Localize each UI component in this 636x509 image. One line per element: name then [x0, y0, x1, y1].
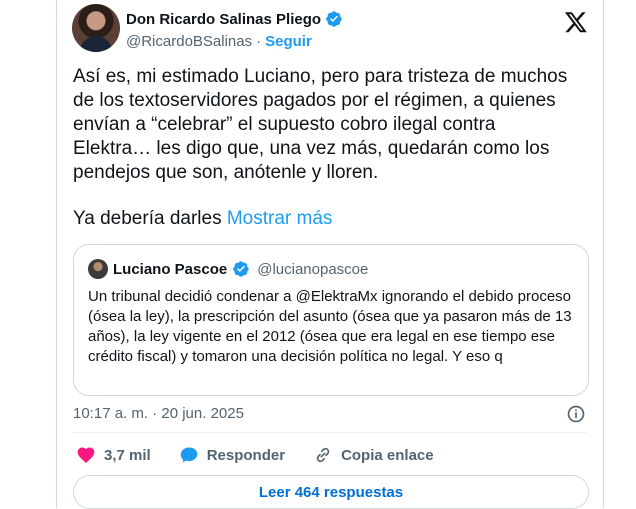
follow-button[interactable]: Seguir	[265, 33, 312, 50]
quoted-post[interactable]: Luciano Pascoe @lucianopascoe Un tribuna…	[73, 244, 589, 396]
post-text-truncated: Ya debería darles	[73, 208, 222, 229]
x-logo-icon[interactable]	[564, 10, 588, 34]
heart-icon	[77, 447, 95, 463]
author-handle-row: @RicardoBSalinas · Seguir	[126, 33, 312, 50]
post-text: Así es, mi estimado Luciano, pero para t…	[73, 66, 568, 183]
quoted-post-header: Luciano Pascoe @lucianopascoe	[88, 259, 368, 279]
author-name[interactable]: Don Ricardo Salinas Pliego	[126, 11, 321, 28]
quoted-author-name: Luciano Pascoe	[113, 260, 228, 278]
reply-label: Responder	[206, 446, 286, 464]
info-icon[interactable]	[566, 404, 586, 424]
post-header: Don Ricardo Salinas Pliego @RicardoBSali…	[72, 4, 600, 54]
separator-dot: ·	[256, 33, 262, 50]
post-text-truncated-line: Ya debería darles Mostrar más	[73, 208, 332, 230]
show-more-link[interactable]: Mostrar más	[227, 208, 333, 229]
like-button[interactable]: 3,7 mil	[76, 445, 151, 465]
quoted-author-handle: @lucianopascoe	[257, 260, 369, 278]
quoted-author-avatar	[88, 259, 108, 279]
verified-badge-icon	[233, 261, 249, 277]
author-avatar[interactable]	[72, 4, 120, 52]
link-icon	[316, 447, 330, 463]
reply-button[interactable]: Responder	[179, 445, 285, 465]
read-replies-button[interactable]: Leer 464 respuestas	[73, 475, 589, 509]
like-count: 3,7 mil	[104, 446, 151, 464]
action-bar: 3,7 mil Responder Copia enlace	[76, 443, 462, 467]
speech-bubble-icon	[180, 447, 198, 463]
author-handle[interactable]: @RicardoBSalinas	[126, 33, 252, 50]
quoted-post-text: Un tribunal decidió condenar a @ElektraM…	[88, 288, 572, 365]
verified-badge-icon	[326, 11, 342, 27]
divider	[72, 432, 588, 433]
copy-link-button[interactable]: Copia enlace	[313, 445, 434, 465]
author-name-row: Don Ricardo Salinas Pliego	[126, 10, 343, 28]
copy-link-label: Copia enlace	[341, 446, 434, 464]
post-timestamp[interactable]: 10:17 a. m. · 20 jun. 2025	[73, 405, 244, 422]
